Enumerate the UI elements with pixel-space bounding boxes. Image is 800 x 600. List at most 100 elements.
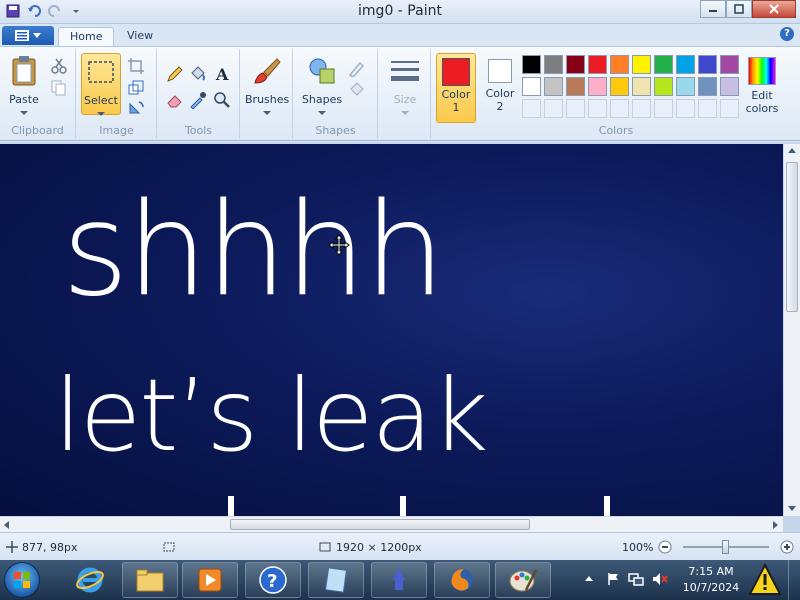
show-desktop-button[interactable] [788, 560, 800, 600]
outline-icon[interactable] [348, 59, 366, 77]
taskbar-app-wizard[interactable] [371, 562, 427, 598]
crop-icon[interactable] [127, 57, 145, 75]
horizontal-scrollbar[interactable] [0, 516, 783, 532]
color2-button[interactable]: Color 2 [480, 53, 520, 123]
taskbar-explorer[interactable] [122, 562, 178, 598]
pencil-icon[interactable] [166, 65, 184, 83]
palette-swatch[interactable] [676, 55, 695, 74]
brushes-button[interactable]: Brushes [245, 53, 289, 115]
palette-swatch[interactable] [588, 77, 607, 96]
custom-color-slot[interactable] [698, 99, 717, 118]
scroll-up-icon[interactable] [788, 148, 796, 154]
select-label: Select [84, 94, 118, 107]
resize-icon[interactable] [127, 79, 145, 97]
zoom-out-icon[interactable] [658, 540, 672, 554]
volume-muted-icon[interactable] [652, 572, 668, 586]
size-button[interactable]: Size [385, 53, 425, 115]
maximize-button[interactable] [726, 0, 752, 18]
paste-button[interactable]: Paste [4, 53, 44, 115]
palette-swatch[interactable] [654, 77, 673, 96]
select-button[interactable]: Select [81, 53, 121, 116]
palette-swatch[interactable] [632, 77, 651, 96]
palette-swatch[interactable] [610, 55, 629, 74]
palette-swatch[interactable] [588, 55, 607, 74]
paint-menu-button[interactable] [2, 26, 54, 45]
palette-swatch[interactable] [720, 55, 739, 74]
help-icon[interactable]: ? [780, 27, 794, 41]
drawing-canvas[interactable]: shhhh let’s leak [0, 144, 783, 516]
vertical-scroll-thumb[interactable] [786, 162, 798, 312]
shapes-group: Shapes Shapes [294, 49, 378, 139]
palette-swatch[interactable] [544, 55, 563, 74]
custom-color-slot[interactable] [654, 99, 673, 118]
color1-label: Color [441, 88, 471, 101]
clock-time: 7:15 AM [688, 565, 734, 578]
palette-swatch[interactable] [632, 55, 651, 74]
palette-swatch[interactable] [676, 77, 695, 96]
custom-color-slot[interactable] [610, 99, 629, 118]
shapes-icon [309, 58, 335, 84]
start-button[interactable] [4, 562, 40, 598]
clipboard-group: Paste Clipboard [0, 49, 76, 139]
color2-number: 2 [496, 100, 504, 113]
palette-swatch[interactable] [544, 77, 563, 96]
tab-view[interactable]: View [116, 27, 164, 46]
copy-icon[interactable] [50, 79, 68, 97]
taskbar-help[interactable]: ? [245, 562, 301, 598]
custom-color-slot[interactable] [566, 99, 585, 118]
palette-swatch[interactable] [522, 55, 541, 74]
scroll-left-icon[interactable] [4, 521, 10, 529]
palette-swatch[interactable] [566, 55, 585, 74]
palette-swatch[interactable] [698, 77, 717, 96]
vertical-scrollbar[interactable] [783, 144, 800, 516]
cut-icon[interactable] [50, 57, 68, 75]
eraser-icon[interactable] [166, 91, 184, 109]
magnifier-icon[interactable] [213, 91, 231, 109]
palette-swatch[interactable] [654, 55, 673, 74]
size-label: Size [393, 93, 417, 106]
taskbar-media-player[interactable] [182, 562, 238, 598]
minimize-button[interactable] [700, 0, 726, 18]
tools-group-label: Tools [184, 124, 213, 137]
custom-color-slot[interactable] [522, 99, 541, 118]
palette-swatch[interactable] [698, 55, 717, 74]
network-icon[interactable] [628, 572, 644, 586]
text-icon[interactable]: A [213, 65, 231, 83]
zoom-in-icon[interactable] [780, 540, 794, 554]
tab-home[interactable]: Home [58, 27, 115, 46]
show-hidden-icons-icon[interactable] [585, 575, 593, 583]
zoom-slider-thumb[interactable] [722, 540, 729, 554]
action-center-flag-icon[interactable] [606, 572, 620, 586]
cursor-position-icon [6, 541, 18, 553]
internet-explorer-icon [76, 567, 104, 593]
color-picker-icon[interactable] [189, 91, 207, 109]
custom-color-slot[interactable] [720, 99, 739, 118]
close-button[interactable] [752, 0, 796, 18]
custom-color-slot[interactable] [588, 99, 607, 118]
fill-icon[interactable] [348, 81, 366, 99]
rotate-icon[interactable] [127, 99, 145, 117]
firefox-icon [451, 569, 473, 591]
horizontal-scroll-thumb[interactable] [230, 519, 530, 530]
warning-icon[interactable] [748, 563, 782, 597]
scroll-right-icon[interactable] [773, 521, 779, 529]
edit-colors-button[interactable]: Edit colors [742, 53, 782, 123]
rainbow-icon [748, 57, 776, 85]
palette-swatch[interactable] [522, 77, 541, 96]
shapes-button[interactable]: Shapes [300, 53, 344, 115]
taskbar-paint[interactable] [495, 562, 551, 598]
canvas-text-line2: let’s leak [54, 357, 489, 474]
taskbar-notepad[interactable] [308, 562, 364, 598]
custom-color-slot[interactable] [544, 99, 563, 118]
custom-color-slot[interactable] [632, 99, 651, 118]
scroll-down-icon[interactable] [788, 506, 796, 512]
palette-swatch[interactable] [720, 77, 739, 96]
taskbar-ie[interactable] [62, 562, 118, 598]
custom-color-slot[interactable] [676, 99, 695, 118]
system-clock[interactable]: 7:15 AM 10/7/2024 [678, 564, 744, 596]
palette-swatch[interactable] [566, 77, 585, 96]
fill-bucket-icon[interactable] [189, 65, 207, 83]
taskbar-firefox[interactable] [434, 562, 490, 598]
palette-swatch[interactable] [610, 77, 629, 96]
color1-button[interactable]: Color 1 [436, 53, 476, 123]
